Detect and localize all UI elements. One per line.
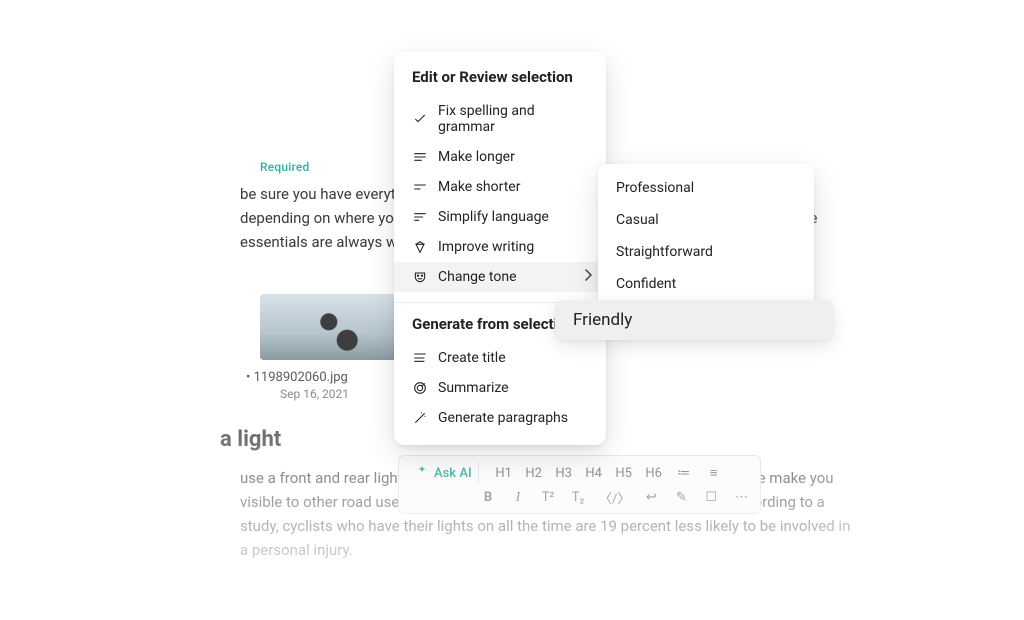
rich-text-toolbar: Ask AI H1 H2 H3 H4 H5 H6 ≔ ≡ B I T² T₂ 〈…	[398, 455, 761, 514]
menu-item-label: Make longer	[438, 149, 515, 165]
toolbar-bold[interactable]: B	[479, 490, 497, 505]
tone-option-straightforward[interactable]: Straightforward	[598, 236, 814, 268]
toolbar-superscript[interactable]: T²	[539, 490, 557, 505]
menu-item-label: Fix spelling and grammar	[438, 103, 588, 135]
toolbar-h6[interactable]: H6	[645, 466, 663, 481]
diamond-icon	[412, 239, 428, 255]
mask-icon	[412, 269, 428, 285]
lines-long-icon	[412, 149, 428, 165]
sparkle-icon	[415, 464, 429, 482]
toolbar-undo[interactable]: ↩	[642, 490, 660, 505]
title-icon	[412, 350, 428, 366]
chevron-right-icon	[584, 269, 592, 285]
menu-item-make-longer[interactable]: Make longer	[394, 142, 606, 172]
menu-item-label: Change tone	[438, 269, 517, 285]
menu-item-change-tone[interactable]: Change tone	[394, 262, 606, 292]
toolbar-edit[interactable]: ✎	[672, 490, 690, 505]
wand-icon	[412, 410, 428, 426]
popover-edit-heading: Edit or Review selection	[394, 66, 606, 96]
toolbar-code[interactable]: 〈/〉	[599, 488, 630, 507]
menu-item-label: Generate paragraphs	[438, 410, 568, 426]
ask-ai-button[interactable]: Ask AI	[409, 462, 479, 484]
ai-actions-popover: Edit or Review selection Fix spelling an…	[394, 52, 606, 445]
toolbar-h1[interactable]: H1	[495, 466, 513, 481]
tone-option-professional[interactable]: Professional	[598, 172, 814, 204]
tone-option-confident[interactable]: Confident	[598, 268, 814, 300]
menu-item-label: Create title	[438, 350, 506, 366]
tone-option-casual[interactable]: Casual	[598, 204, 814, 236]
toolbar-comment[interactable]: ☐	[702, 490, 720, 505]
target-icon	[412, 380, 428, 396]
menu-item-summarize[interactable]: Summarize	[394, 373, 606, 403]
toolbar-h4[interactable]: H4	[585, 466, 603, 481]
tone-friendly-label: Friendly	[573, 310, 632, 330]
menu-item-make-shorter[interactable]: Make shorter	[394, 172, 606, 202]
toolbar-more[interactable]: ⋯	[732, 490, 750, 505]
menu-item-improve-writing[interactable]: Improve writing	[394, 232, 606, 262]
toolbar-h5[interactable]: H5	[615, 466, 633, 481]
ask-ai-label: Ask AI	[434, 466, 472, 481]
menu-item-label: Improve writing	[438, 239, 534, 255]
toolbar-italic[interactable]: I	[509, 490, 527, 506]
menu-item-fix-spelling[interactable]: Fix spelling and grammar	[394, 96, 606, 142]
menu-item-simplify[interactable]: Simplify language	[394, 202, 606, 232]
menu-item-label: Make shorter	[438, 179, 520, 195]
toolbar-h2[interactable]: H2	[525, 466, 543, 481]
lines-short-icon	[412, 179, 428, 195]
check-icon	[412, 111, 428, 127]
menu-item-create-title[interactable]: Create title	[394, 343, 606, 373]
toolbar-list-unordered[interactable]: ≡	[705, 465, 723, 481]
menu-item-generate-paragraphs[interactable]: Generate paragraphs	[394, 403, 606, 433]
toolbar-h3[interactable]: H3	[555, 466, 573, 481]
lines-simplify-icon	[412, 209, 428, 225]
tone-option-friendly[interactable]: Friendly	[555, 300, 833, 340]
tone-submenu: Professional Casual Straightforward Conf…	[598, 164, 814, 308]
image-date: Sep 16, 2021	[280, 387, 954, 401]
menu-item-label: Simplify language	[438, 209, 549, 225]
menu-item-label: Summarize	[438, 380, 509, 396]
toolbar-list-ordered[interactable]: ≔	[675, 466, 693, 481]
toolbar-subscript[interactable]: T₂	[569, 490, 587, 505]
